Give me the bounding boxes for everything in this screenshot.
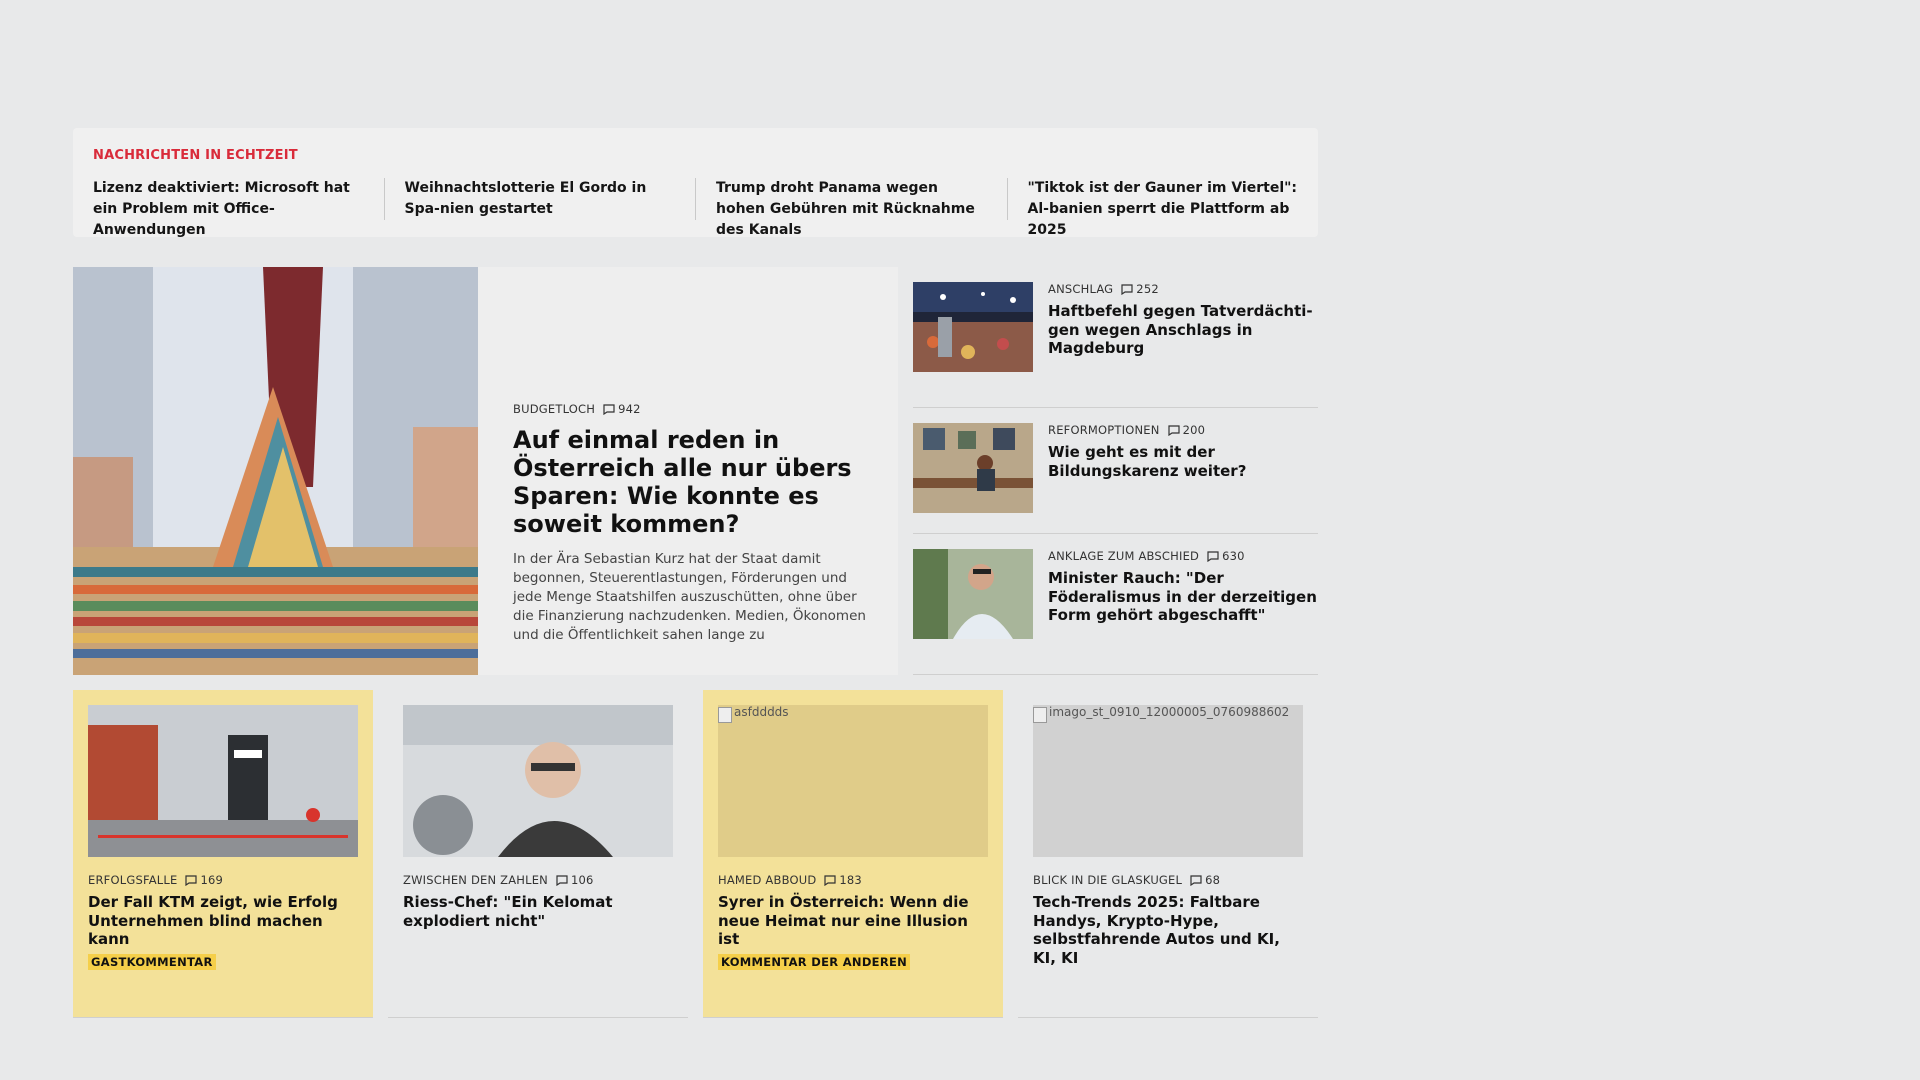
side-kicker: ANSCHLAG 252 — [1048, 282, 1318, 296]
article-card[interactable]: asfdddds HAMED ABBOUD 183 Syrer in Öster… — [703, 690, 1003, 1018]
side-article-list: ANSCHLAG 252 Haftbefehl gegen Tatverdäch… — [913, 267, 1318, 675]
card-kicker: HAMED ABBOUD 183 — [718, 873, 988, 887]
comment-bubble-icon — [1121, 283, 1133, 295]
kicker-label: HAMED ABBOUD — [718, 873, 817, 887]
side-article-text: ANSCHLAG 252 Haftbefehl gegen Tatverdäch… — [1033, 282, 1318, 372]
comment-count-value: 942 — [618, 402, 641, 416]
comment-count[interactable]: 183 — [824, 873, 862, 887]
category-tag[interactable]: KOMMENTAR DER ANDEREN — [718, 953, 911, 970]
ticker-item[interactable]: Trump droht Panama wegen hohen Gebühren … — [716, 178, 1008, 238]
comment-count-value: 252 — [1136, 282, 1159, 296]
kicker-label: REFORMOPTIONEN — [1048, 423, 1160, 437]
kicker-label: ERFOLGSFALLE — [88, 873, 178, 887]
kicker-label: ZWISCHEN DEN ZAHLEN — [403, 873, 548, 887]
comment-bubble-icon — [1207, 550, 1219, 562]
card-image[interactable] — [88, 705, 358, 857]
card-image-placeholder[interactable]: asfdddds — [718, 705, 988, 857]
comment-count[interactable]: 252 — [1121, 282, 1159, 296]
comment-count-value: 169 — [200, 873, 224, 887]
card-image-placeholder[interactable]: imago_st_0910_12000005_0760988602 — [1033, 705, 1303, 857]
comment-count-value: 68 — [1205, 873, 1221, 887]
article-card[interactable]: ERFOLGSFALLE 169 Der Fall KTM zeigt, wie… — [73, 690, 373, 1018]
article-card[interactable]: ZWISCHEN DEN ZAHLEN 106 Riess-Chef: "Ein… — [388, 690, 688, 1018]
broken-image: imago_st_0910_12000005_0760988602 — [1033, 705, 1289, 723]
kicker-label: BUDGETLOCH — [513, 402, 596, 416]
comment-bubble-icon — [824, 874, 836, 886]
side-headline[interactable]: Haftbefehl gegen Tatverdächti-gen wegen … — [1048, 302, 1318, 358]
comment-count[interactable]: 942 — [603, 402, 641, 416]
ticker-items: Lizenz deaktiviert: Microsoft hat ein Pr… — [93, 178, 1299, 238]
card-headline[interactable]: Der Fall KTM zeigt, wie Erfolg Unternehm… — [88, 893, 358, 949]
article-card-row: ERFOLGSFALLE 169 Der Fall KTM zeigt, wie… — [73, 690, 1318, 1018]
side-article[interactable]: ANSCHLAG 252 Haftbefehl gegen Tatverdäch… — [913, 267, 1318, 408]
card-kicker: ZWISCHEN DEN ZAHLEN 106 — [403, 873, 673, 887]
card-headline[interactable]: Syrer in Österreich: Wenn die neue Heima… — [718, 893, 988, 949]
comment-count[interactable]: 68 — [1190, 873, 1220, 887]
side-article-image[interactable] — [913, 423, 1033, 513]
broken-image: asfdddds — [718, 705, 789, 723]
card-text: BLICK IN DIE GLASKUGEL 68 Tech-Trends 20… — [1033, 873, 1303, 967]
card-text: ERFOLGSFALLE 169 Der Fall KTM zeigt, wie… — [88, 873, 358, 970]
comment-bubble-icon — [1190, 874, 1202, 886]
category-tag[interactable]: GASTKOMMENTAR — [88, 953, 216, 970]
comment-bubble-icon — [556, 874, 568, 886]
broken-image-icon — [718, 707, 732, 723]
card-text: ZWISCHEN DEN ZAHLEN 106 Riess-Chef: "Ein… — [403, 873, 673, 930]
comment-count-value: 106 — [571, 873, 594, 887]
side-headline[interactable]: Minister Rauch: "Der Föderalismus in der… — [1048, 569, 1318, 625]
side-article-image[interactable] — [913, 282, 1033, 372]
article-card[interactable]: imago_st_0910_12000005_0760988602 BLICK … — [1018, 690, 1318, 1018]
comment-count[interactable]: 106 — [556, 873, 594, 887]
ticker-label: NACHRICHTEN IN ECHTZEIT — [93, 148, 298, 163]
lead-article[interactable]: BUDGETLOCH 942 Auf einmal reden in Öster… — [73, 267, 898, 675]
comment-bubble-icon — [603, 403, 615, 415]
comment-count-value: 200 — [1182, 423, 1206, 437]
side-article[interactable]: ANKLAGE ZUM ABSCHIED 630 Minister Rauch:… — [913, 534, 1318, 675]
card-headline[interactable]: Tech-Trends 2025: Faltbare Handys, Krypt… — [1033, 893, 1303, 967]
lead-teaser: In der Ära Sebastian Kurz hat der Staat … — [513, 551, 866, 643]
side-article[interactable]: REFORMOPTIONEN 200 Wie geht es mit der B… — [913, 408, 1318, 534]
lead-headline[interactable]: Auf einmal reden in Österreich alle nur … — [513, 426, 868, 538]
kicker-label: ANKLAGE ZUM ABSCHIED — [1048, 549, 1200, 563]
card-text: HAMED ABBOUD 183 Syrer in Österreich: We… — [718, 873, 988, 970]
image-alt-text: asfdddds — [734, 705, 789, 719]
side-kicker: REFORMOPTIONEN 200 — [1048, 423, 1318, 437]
lead-kicker: BUDGETLOCH 942 — [513, 402, 868, 416]
comment-count[interactable]: 630 — [1207, 549, 1245, 563]
side-article-text: ANKLAGE ZUM ABSCHIED 630 Minister Rauch:… — [1033, 549, 1318, 639]
lead-article-image[interactable] — [73, 267, 478, 675]
card-kicker: BLICK IN DIE GLASKUGEL 68 — [1033, 873, 1303, 887]
card-kicker: ERFOLGSFALLE 169 — [88, 873, 358, 887]
comment-count[interactable]: 200 — [1167, 423, 1206, 437]
kicker-label: BLICK IN DIE GLASKUGEL — [1033, 873, 1183, 887]
comment-count-value: 183 — [839, 873, 862, 887]
side-article-image[interactable] — [913, 549, 1033, 639]
comment-count[interactable]: 169 — [185, 873, 223, 887]
card-headline[interactable]: Riess-Chef: "Ein Kelomat explodiert nich… — [403, 893, 673, 930]
ticker-item[interactable]: Weihnachtslotterie El Gordo in Spa-nien … — [405, 178, 696, 220]
card-image[interactable] — [403, 705, 673, 857]
side-article-text: REFORMOPTIONEN 200 Wie geht es mit der B… — [1033, 423, 1318, 513]
live-news-ticker: NACHRICHTEN IN ECHTZEIT Lizenz deaktivie… — [73, 128, 1318, 238]
broken-image-icon — [1033, 707, 1047, 723]
comment-bubble-icon — [185, 874, 198, 886]
side-kicker: ANKLAGE ZUM ABSCHIED 630 — [1048, 549, 1318, 563]
ticker-item[interactable]: Lizenz deaktiviert: Microsoft hat ein Pr… — [93, 178, 385, 238]
lead-article-text: BUDGETLOCH 942 Auf einmal reden in Öster… — [478, 267, 898, 675]
ticker-item[interactable]: "Tiktok ist der Gauner im Viertel": Al-b… — [1028, 178, 1299, 238]
kicker-label: ANSCHLAG — [1048, 282, 1114, 296]
comment-count-value: 630 — [1222, 549, 1245, 563]
side-headline[interactable]: Wie geht es mit der Bildungskarenz weite… — [1048, 443, 1318, 480]
comment-bubble-icon — [1167, 424, 1180, 436]
image-alt-text: imago_st_0910_12000005_0760988602 — [1049, 705, 1290, 719]
